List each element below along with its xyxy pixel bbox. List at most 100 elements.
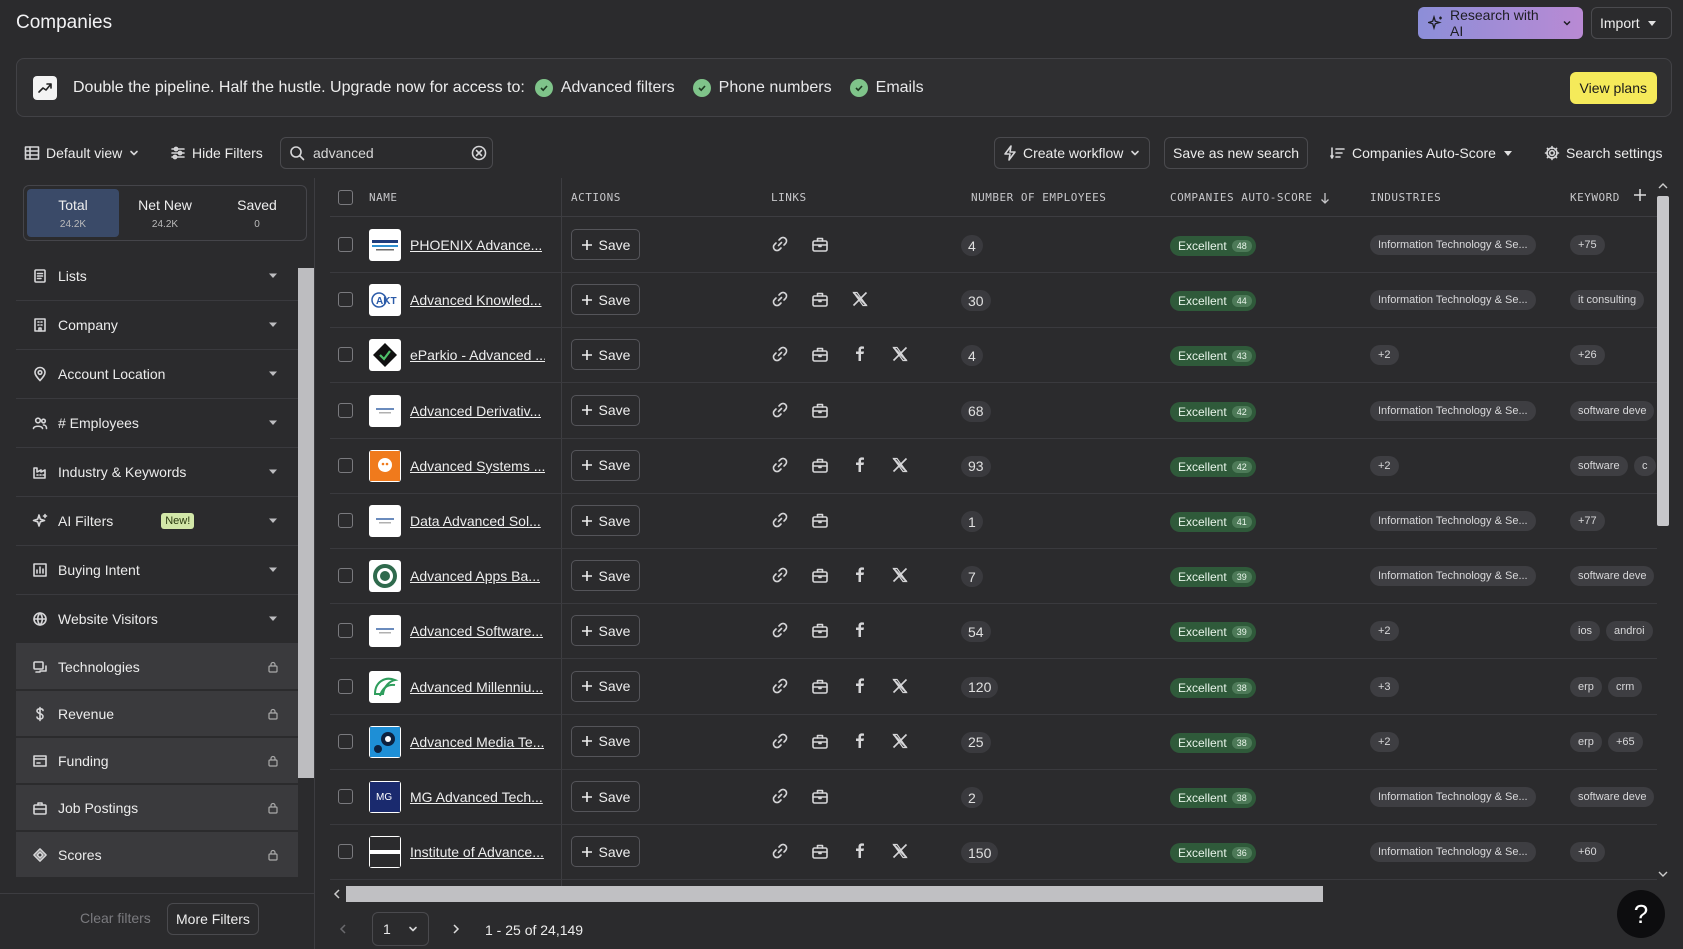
search-settings-button[interactable]: Search settings [1544, 137, 1663, 169]
filter-website-visitors[interactable]: Website Visitors [16, 595, 298, 644]
filter-company[interactable]: Company [16, 301, 298, 350]
x-twitter-icon[interactable] [891, 566, 909, 584]
x-twitter-icon[interactable] [891, 842, 909, 860]
table-row[interactable]: Advanced Media Te... Save 25 Excellent 38 +2 e… [330, 715, 1657, 770]
row-checkbox[interactable] [338, 457, 353, 473]
linkedin-icon[interactable] [811, 621, 829, 639]
website-link-icon[interactable] [771, 566, 789, 584]
save-button[interactable]: Save [571, 615, 640, 647]
filter-technologies[interactable]: Technologies [16, 644, 298, 691]
facebook-icon[interactable] [851, 677, 869, 695]
filter-account-location[interactable]: Account Location [16, 350, 298, 399]
x-twitter-icon[interactable] [891, 677, 909, 695]
column-header-industries[interactable]: INDUSTRIES [1370, 191, 1441, 204]
filter-job-postings[interactable]: Job Postings [16, 785, 298, 832]
row-checkbox[interactable] [338, 237, 353, 252]
website-link-icon[interactable] [771, 456, 789, 474]
add-column-icon[interactable] [1633, 188, 1647, 202]
company-name-link[interactable]: MG Advanced Tech... [410, 789, 543, 805]
company-name-link[interactable]: Advanced Knowled... [410, 292, 542, 308]
column-header-auto-score[interactable]: COMPANIES AUTO-SCORE [1170, 191, 1330, 204]
select-all-checkbox[interactable] [338, 190, 353, 205]
sort-dropdown[interactable]: Companies Auto-Score [1330, 137, 1514, 169]
row-checkbox[interactable] [338, 292, 353, 308]
table-row[interactable]: Advanced Software... Save 54 Excellent 39 +2 i… [330, 604, 1657, 660]
row-checkbox[interactable] [338, 402, 353, 418]
filter-buying-intent[interactable]: Buying Intent [16, 546, 298, 595]
row-checkbox[interactable] [338, 347, 353, 363]
company-name-link[interactable]: Advanced Derivativ... [410, 403, 541, 419]
table-row[interactable]: Advanced Millenniu... Save 120 Excellent 38 +… [330, 660, 1657, 715]
prev-page-icon[interactable] [338, 923, 348, 935]
filter-scrollbar-thumb[interactable] [298, 268, 314, 778]
save-button[interactable]: Save [571, 449, 640, 481]
company-name-link[interactable]: Advanced Media Te... [410, 734, 544, 750]
table-row[interactable]: MG MG Advanced Tech... Save 2 Excellent 38 Inf… [330, 770, 1657, 825]
website-link-icon[interactable] [771, 235, 789, 253]
linkedin-icon[interactable] [811, 401, 829, 419]
x-twitter-icon[interactable] [851, 290, 869, 308]
tab-total[interactable]: Total 24.2K [27, 189, 119, 237]
table-row[interactable]: Advanced Derivativ... Save 68 Excellent 42 In… [330, 384, 1657, 439]
facebook-icon[interactable] [851, 345, 869, 363]
website-link-icon[interactable] [771, 842, 789, 860]
website-link-icon[interactable] [771, 677, 789, 695]
row-checkbox[interactable] [338, 733, 353, 749]
website-link-icon[interactable] [771, 621, 789, 639]
company-name-link[interactable]: Advanced Apps Ba... [410, 568, 540, 584]
more-filters-button[interactable]: More Filters [167, 903, 259, 935]
save-button[interactable]: Save [571, 560, 640, 592]
linkedin-icon[interactable] [811, 345, 829, 363]
filter-lists[interactable]: Lists [16, 252, 298, 301]
facebook-icon[interactable] [851, 566, 869, 584]
row-checkbox[interactable] [338, 789, 353, 804]
company-name-link[interactable]: Advanced Systems ... [410, 458, 545, 474]
search-input[interactable] [313, 145, 463, 161]
linkedin-icon[interactable] [811, 456, 829, 474]
linkedin-icon[interactable] [811, 290, 829, 308]
linkedin-icon[interactable] [811, 677, 829, 695]
company-name-link[interactable]: eParkio - Advanced ... [410, 347, 545, 363]
save-button[interactable]: Save [571, 505, 640, 536]
hide-filters-button[interactable]: Hide Filters [170, 137, 263, 169]
table-row[interactable]: Advanced Apps Ba... Save 7 Excellent 39 Infor… [330, 549, 1657, 605]
table-row[interactable]: AKT Advanced Knowled... Save 30 Excellent 44 I… [330, 273, 1657, 329]
website-link-icon[interactable] [771, 732, 789, 750]
table-row[interactable]: Advanced Systems ... Save 93 Excellent 42 +2 s… [330, 439, 1657, 494]
save-button[interactable]: Save [571, 781, 640, 812]
column-header-name[interactable]: NAME [369, 191, 398, 204]
company-name-link[interactable]: Advanced Software... [410, 623, 543, 639]
website-link-icon[interactable] [771, 345, 789, 363]
website-link-icon[interactable] [771, 787, 789, 805]
x-twitter-icon[interactable] [891, 732, 909, 750]
row-checkbox[interactable] [338, 513, 353, 528]
tab-net-new[interactable]: Net New 24.2K [119, 189, 211, 237]
x-twitter-icon[interactable] [891, 345, 909, 363]
company-name-link[interactable]: Advanced Millenniu... [410, 679, 543, 695]
default-view-dropdown[interactable]: Default view [24, 137, 140, 169]
facebook-icon[interactable] [851, 842, 869, 860]
row-checkbox[interactable] [338, 844, 353, 860]
tab-saved[interactable]: Saved 0 [211, 189, 303, 237]
row-checkbox[interactable] [338, 623, 353, 639]
x-twitter-icon[interactable] [891, 456, 909, 474]
column-header-keywords[interactable]: KEYWORD [1570, 191, 1620, 204]
help-button[interactable]: ? [1617, 890, 1665, 938]
row-checkbox[interactable] [338, 678, 353, 694]
website-link-icon[interactable] [771, 511, 789, 529]
linkedin-icon[interactable] [811, 511, 829, 529]
save-button[interactable]: Save [571, 725, 640, 757]
filter-funding[interactable]: Funding [16, 738, 298, 785]
facebook-icon[interactable] [851, 456, 869, 474]
save-as-new-search-button[interactable]: Save as new search [1164, 137, 1309, 169]
filter-industry-keywords[interactable]: Industry & Keywords [16, 448, 298, 497]
facebook-icon[interactable] [851, 621, 869, 639]
view-plans-button[interactable]: View plans [1569, 72, 1657, 104]
table-row[interactable]: PHOENIX Advance... Save 4 Excellent 48 Inform… [330, 218, 1657, 273]
save-button[interactable]: Save [571, 284, 640, 316]
company-name-link[interactable]: Data Advanced Sol... [410, 513, 541, 529]
save-button[interactable]: Save [571, 670, 640, 702]
company-name-link[interactable]: Institute of Advance... [410, 844, 544, 860]
save-button[interactable]: Save [571, 229, 640, 260]
page-select[interactable]: 1 [372, 912, 429, 946]
